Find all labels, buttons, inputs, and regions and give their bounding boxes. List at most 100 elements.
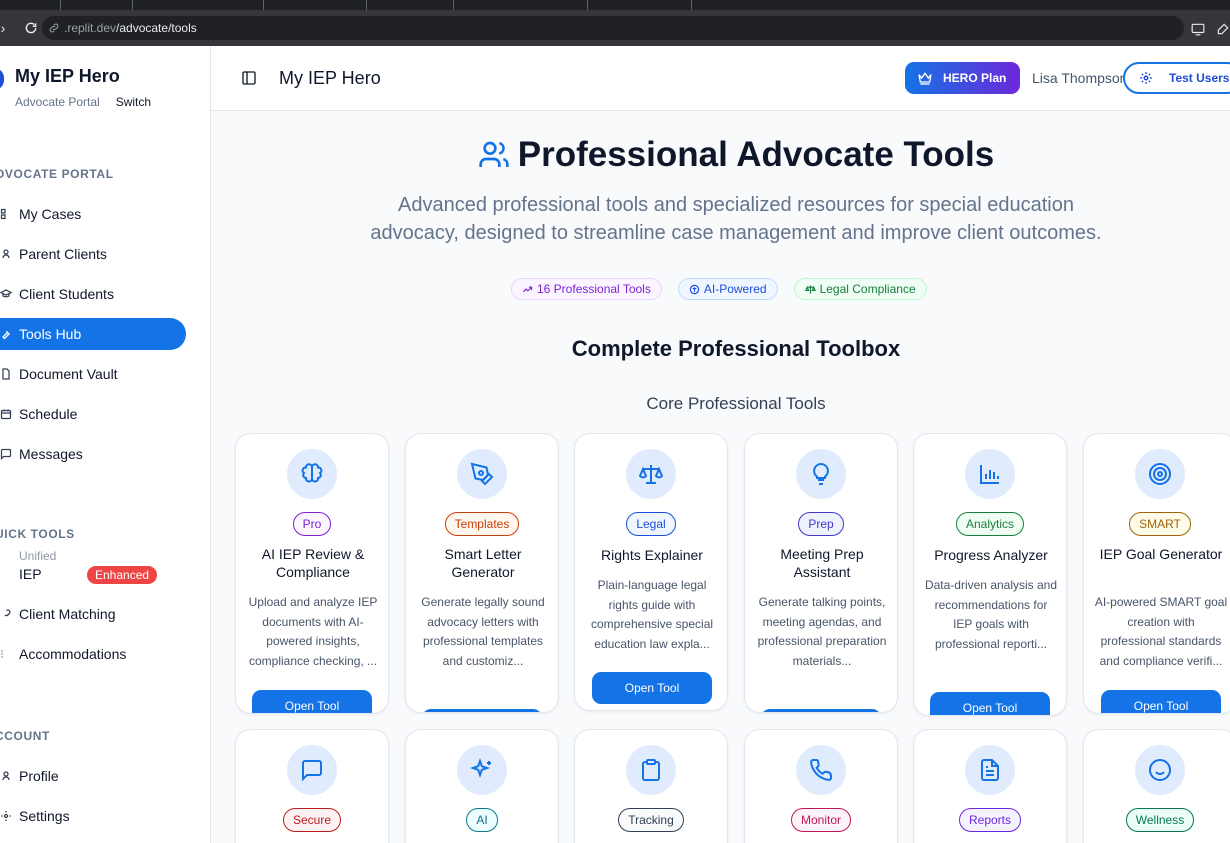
- sidebar-item-my-cases[interactable]: My Cases: [0, 198, 186, 230]
- sidebar-item-settings[interactable]: Settings: [0, 800, 186, 832]
- extension-icon[interactable]: [1216, 22, 1230, 36]
- tool-description: Data-driven analysis and recommendations…: [924, 578, 1058, 651]
- site-info-icon[interactable]: [48, 22, 60, 34]
- header-title: My IEP Hero: [279, 68, 381, 88]
- tool-title: Rights Explainer: [601, 547, 703, 563]
- tool-title: AI IEP Review & Compliance: [261, 546, 365, 580]
- sidebar-item-label: Document Vault: [19, 366, 118, 382]
- pill-label: Legal Compliance: [819, 282, 916, 296]
- open-tool-button[interactable]: Open Tool: [252, 690, 372, 713]
- page-description: Advanced professional tools and speciali…: [370, 194, 1102, 244]
- users-icon: [479, 141, 509, 167]
- open-tool-button[interactable]: Open Tool: [592, 672, 712, 704]
- sidebar-item-parent-clients[interactable]: Parent Clients: [0, 238, 186, 270]
- test-users-label: Test Users: [1169, 71, 1230, 85]
- main-content: Professional Advocate Tools Advanced pro…: [211, 111, 1230, 843]
- section-title: Complete Professional Toolbox: [571, 336, 901, 361]
- tool-card-monitor[interactable]: Monitor: [744, 729, 898, 843]
- brand: My IEP Hero Advocate Portal Switch: [15, 66, 151, 109]
- sidebar-item-label: Client Matching: [19, 606, 116, 622]
- crown-icon: [918, 72, 932, 85]
- sidebar-item-profile[interactable]: Profile: [0, 760, 186, 792]
- tool-card-rights-explainer[interactable]: Legal Rights Explainer Plain-language le…: [574, 433, 728, 711]
- page-title: Professional Advocate Tools: [211, 135, 1230, 175]
- grid-icon: [0, 207, 12, 221]
- bar-chart-icon: [965, 449, 1015, 499]
- switch-portal-link[interactable]: Switch: [116, 95, 151, 109]
- file-text-icon: [965, 745, 1015, 795]
- tool-card-ai-assistant[interactable]: AI: [405, 729, 559, 843]
- tool-badge: Secure: [282, 808, 342, 832]
- tool-badge: Analytics: [955, 512, 1025, 536]
- pill-label: 16 Professional Tools: [537, 282, 651, 296]
- graduation-cap-icon: [0, 287, 12, 301]
- link-icon: [0, 607, 12, 621]
- tool-card-smart-letter-generator[interactable]: Templates Smart Letter Generator Generat…: [405, 433, 559, 713]
- tool-card-ai-iep-review[interactable]: Pro AI IEP Review & Compliance Upload an…: [235, 433, 389, 714]
- tool-card-wellness[interactable]: Wellness: [1083, 729, 1230, 843]
- forward-icon[interactable]: ›: [0, 17, 14, 39]
- file-icon: [0, 367, 12, 381]
- calendar-icon: [0, 407, 12, 421]
- portal-name: Advocate Portal: [15, 95, 100, 109]
- url-path: /advocate/tools: [116, 21, 197, 35]
- open-tool-button[interactable]: Open Tool: [1101, 690, 1221, 713]
- tool-badge: Prep: [798, 512, 844, 536]
- address-bar[interactable]: .replit.dev/advocate/tools: [42, 16, 1184, 40]
- reload-icon[interactable]: [20, 17, 42, 39]
- tool-card-secure-messaging[interactable]: Secure: [235, 729, 389, 843]
- tool-badge: Monitor: [790, 808, 851, 832]
- open-tool-button[interactable]: Open Tool: [930, 692, 1050, 715]
- tool-card-iep-goal-generator[interactable]: SMART IEP Goal Generator AI-powered SMAR…: [1083, 433, 1230, 714]
- sidebar-item-unified-iep-review[interactable]: IEP Enhanced: [0, 558, 186, 590]
- browser-toolbar: › .replit.dev/advocate/tools: [0, 10, 1230, 46]
- scale-icon: [804, 284, 816, 294]
- list-icon: [0, 647, 12, 661]
- pill-label: AI-Powered: [703, 282, 767, 296]
- tool-description: Generate legally sound advocacy letters …: [421, 595, 545, 668]
- message-square-icon: [287, 745, 337, 795]
- tool-badge: Templates: [444, 512, 520, 536]
- hero-plan-button[interactable]: HERO Plan: [905, 62, 1020, 94]
- scale-icon: [626, 449, 676, 499]
- pill-legal-compliance: Legal Compliance: [793, 278, 927, 300]
- subsection-title: Core Professional Tools: [646, 394, 826, 413]
- cast-icon[interactable]: [1190, 22, 1206, 36]
- sidebar-item-messages[interactable]: Messages: [0, 438, 186, 470]
- sidebar-item-document-vault[interactable]: Document Vault: [0, 358, 186, 390]
- test-users-button[interactable]: Test Users: [1123, 62, 1230, 94]
- sidebar-item-client-matching[interactable]: Client Matching: [0, 598, 186, 630]
- sidebar-item-label: IEP: [19, 566, 42, 582]
- trending-up-icon: [522, 286, 533, 292]
- tool-card-meeting-prep[interactable]: Prep Meeting Prep Assistant Generate tal…: [744, 433, 898, 713]
- top-header: My IEP Hero HERO Plan Lisa Thompson Test…: [211, 46, 1230, 111]
- tool-card-reports[interactable]: Reports: [913, 729, 1067, 843]
- user-icon: [0, 247, 12, 261]
- sidebar: My IEP Hero Advocate Portal Switch OVOCA…: [0, 46, 211, 843]
- feature-pills: 16 Professional Tools AI-Powered Legal C…: [511, 278, 927, 300]
- gear-icon: [1140, 72, 1152, 84]
- tool-card-tracking[interactable]: Tracking: [574, 729, 728, 843]
- tool-description: Plain-language legal rights guide with c…: [590, 578, 714, 651]
- sidebar-item-tools-hub[interactable]: Tools Hub: [0, 318, 186, 350]
- sidebar-item-label: Client Students: [19, 286, 114, 302]
- tool-title: IEP Goal Generator: [1099, 546, 1223, 562]
- tool-card-progress-analyzer[interactable]: Analytics Progress Analyzer Data-driven …: [913, 433, 1067, 716]
- section-quick-tools: UICK TOOLS: [0, 527, 75, 541]
- sidebar-item-accommodations[interactable]: Accommodations: [0, 638, 186, 670]
- sidebar-item-schedule[interactable]: Schedule: [0, 398, 186, 430]
- tool-title: Progress Analyzer: [934, 547, 1048, 563]
- sidebar-toggle-icon[interactable]: [241, 70, 257, 86]
- pen-tool-icon: [457, 449, 507, 499]
- target-icon: [1135, 449, 1185, 499]
- tool-badge: Pro: [292, 512, 332, 536]
- sidebar-item-client-students[interactable]: Client Students: [0, 278, 186, 310]
- user-name[interactable]: Lisa Thompson: [1032, 70, 1127, 86]
- sidebar-item-label: My Cases: [19, 206, 82, 222]
- sparkles-icon: [457, 745, 507, 795]
- open-tool-button[interactable]: Open Tool: [422, 709, 542, 712]
- open-tool-button[interactable]: Open Tool: [761, 709, 881, 712]
- page-title-text: Professional Advocate Tools: [517, 135, 995, 174]
- wrench-icon: [0, 327, 12, 341]
- sidebar-item-label: Messages: [19, 446, 83, 462]
